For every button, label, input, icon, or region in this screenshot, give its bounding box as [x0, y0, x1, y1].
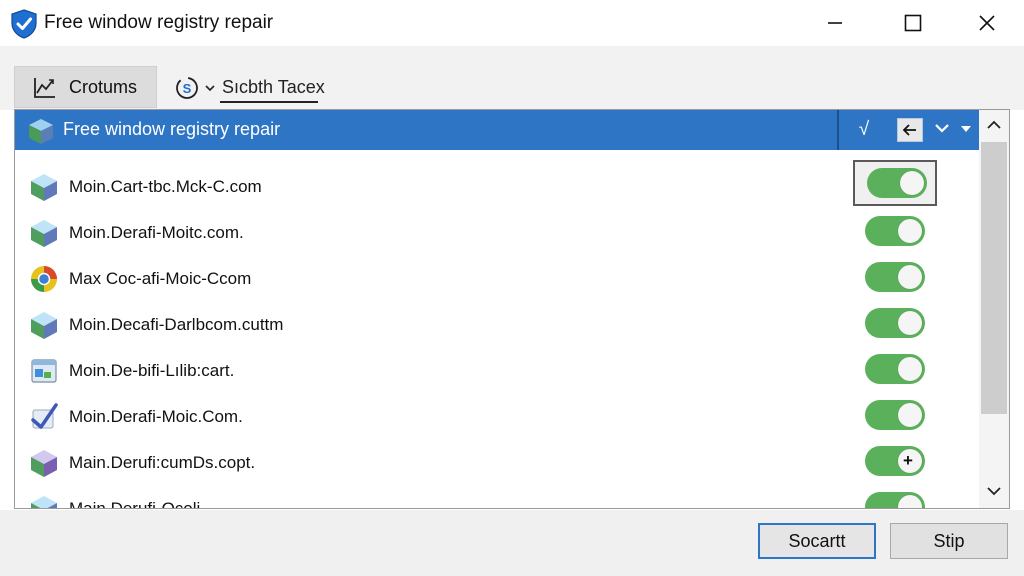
toggle-knob [898, 219, 922, 243]
maximize-icon [904, 14, 922, 32]
toggle-knob: + [898, 449, 922, 473]
toggle-knob [900, 171, 924, 195]
package-icon [29, 494, 59, 508]
toggle-knob [898, 311, 922, 335]
list-item[interactable]: Moin.Decafi-Darlbcom.cuttm [15, 302, 837, 348]
toggle-switch[interactable] [867, 168, 927, 198]
close-button[interactable] [964, 6, 1010, 40]
list-header-label: Free window registry repair [63, 119, 281, 139]
package-icon [29, 172, 59, 202]
window-title: Free window registry repair [44, 12, 274, 33]
list-item[interactable]: Main.Derufi:cumDs.copt. [15, 440, 837, 486]
registry-list-panel: Free window registry repair √ Moin.Cart-… [14, 109, 1010, 509]
toggle-switch[interactable] [865, 308, 925, 338]
toggle-knob [898, 265, 922, 289]
tab-search[interactable]: S Sıcbth Tacex [170, 70, 340, 106]
window-app-icon [29, 356, 59, 386]
toggle-cell[interactable] [853, 208, 937, 254]
minimize-button[interactable] [812, 6, 858, 40]
scrollbar-thumb[interactable] [981, 142, 1007, 414]
chart-icon [33, 77, 57, 104]
shield-check-icon [10, 9, 38, 39]
list-item-label: Main.Derufi-Ocoli [69, 499, 201, 509]
package-icon [29, 218, 59, 248]
toggle-cell[interactable]: + [853, 438, 937, 484]
toggle-cell[interactable] [853, 160, 937, 206]
scan-icon: S [174, 75, 200, 106]
toggle-cell[interactable] [853, 484, 937, 508]
toggle-switch[interactable] [865, 492, 925, 508]
toggle-switch[interactable] [865, 262, 925, 292]
toggle-switch[interactable] [865, 354, 925, 384]
list-item-label: Moin.Cart-tbc.Mck-C.com [69, 177, 262, 196]
toggle-cell[interactable] [853, 300, 937, 346]
maximize-button[interactable] [890, 6, 936, 40]
list-item-label: Moin.Derafi-Moitc.com. [69, 223, 244, 242]
toggle-switch[interactable] [865, 216, 925, 246]
list-item[interactable]: Moin.De-bifi-Lılib:cart. [15, 348, 837, 394]
list-item-label: Moin.Decafi-Darlbcom.cuttm [69, 315, 284, 334]
list-item[interactable]: Max Coc-afi-Moic-Ccom [15, 256, 837, 302]
start-button[interactable]: Socartt [758, 523, 876, 559]
list-item-label: Moin.Derafi-Moic.Com. [69, 407, 243, 426]
plus-icon: + [903, 451, 913, 470]
browser-icon [29, 264, 59, 294]
package-icon [27, 117, 55, 150]
chevron-down-icon [204, 80, 216, 98]
title-bar: Free window registry repair [0, 0, 1024, 46]
stop-button[interactable]: Stip [890, 523, 1008, 559]
list-item[interactable]: Moin.Cart-tbc.Mck-C.com [15, 164, 837, 210]
toggle-switch[interactable] [865, 400, 925, 430]
chevron-up-icon[interactable] [985, 118, 1003, 137]
toggle-knob [898, 403, 922, 427]
list-item[interactable]: Moin.Derafi-Moic.Com. [15, 394, 837, 440]
package-icon [29, 310, 59, 340]
list-item[interactable]: Main.Derufi-Ocoli [15, 486, 837, 509]
back-arrow-button[interactable] [897, 118, 923, 142]
list-item-label: Moin.De-bifi-Lılib:cart. [69, 361, 235, 380]
tab-label: Sıcbth Tacex [222, 77, 325, 97]
toggle-switch[interactable]: + [865, 446, 925, 476]
toggle-knob [898, 495, 922, 508]
arrow-left-icon [902, 124, 916, 136]
list-item[interactable]: Moin.Derafi-Moitc.com. [15, 210, 837, 256]
list-header[interactable]: Free window registry repair √ [15, 110, 979, 150]
vertical-scrollbar[interactable] [979, 110, 1009, 508]
package-icon [29, 448, 59, 478]
chevron-down-icon[interactable] [985, 484, 1003, 503]
minimize-icon [828, 22, 842, 24]
tab-crotums[interactable]: Crotums [14, 66, 157, 108]
toggle-cell[interactable] [853, 392, 937, 438]
toggle-cell[interactable] [853, 346, 937, 392]
toggle-knob [898, 357, 922, 381]
tab-label: Crotums [69, 77, 138, 97]
list-item-label: Max Coc-afi-Moic-Ccom [69, 269, 252, 288]
check-icon[interactable]: √ [851, 117, 877, 143]
checkmark-app-icon [29, 402, 59, 432]
svg-text:S: S [183, 81, 192, 96]
toggle-cell[interactable] [853, 254, 937, 300]
tab-underline [220, 101, 318, 103]
list-item-label: Main.Derufi:cumDs.copt. [69, 453, 256, 472]
caret-down-icon[interactable] [959, 122, 973, 140]
close-icon [979, 15, 995, 31]
header-divider [837, 110, 839, 150]
chevron-down-icon[interactable] [933, 120, 951, 141]
